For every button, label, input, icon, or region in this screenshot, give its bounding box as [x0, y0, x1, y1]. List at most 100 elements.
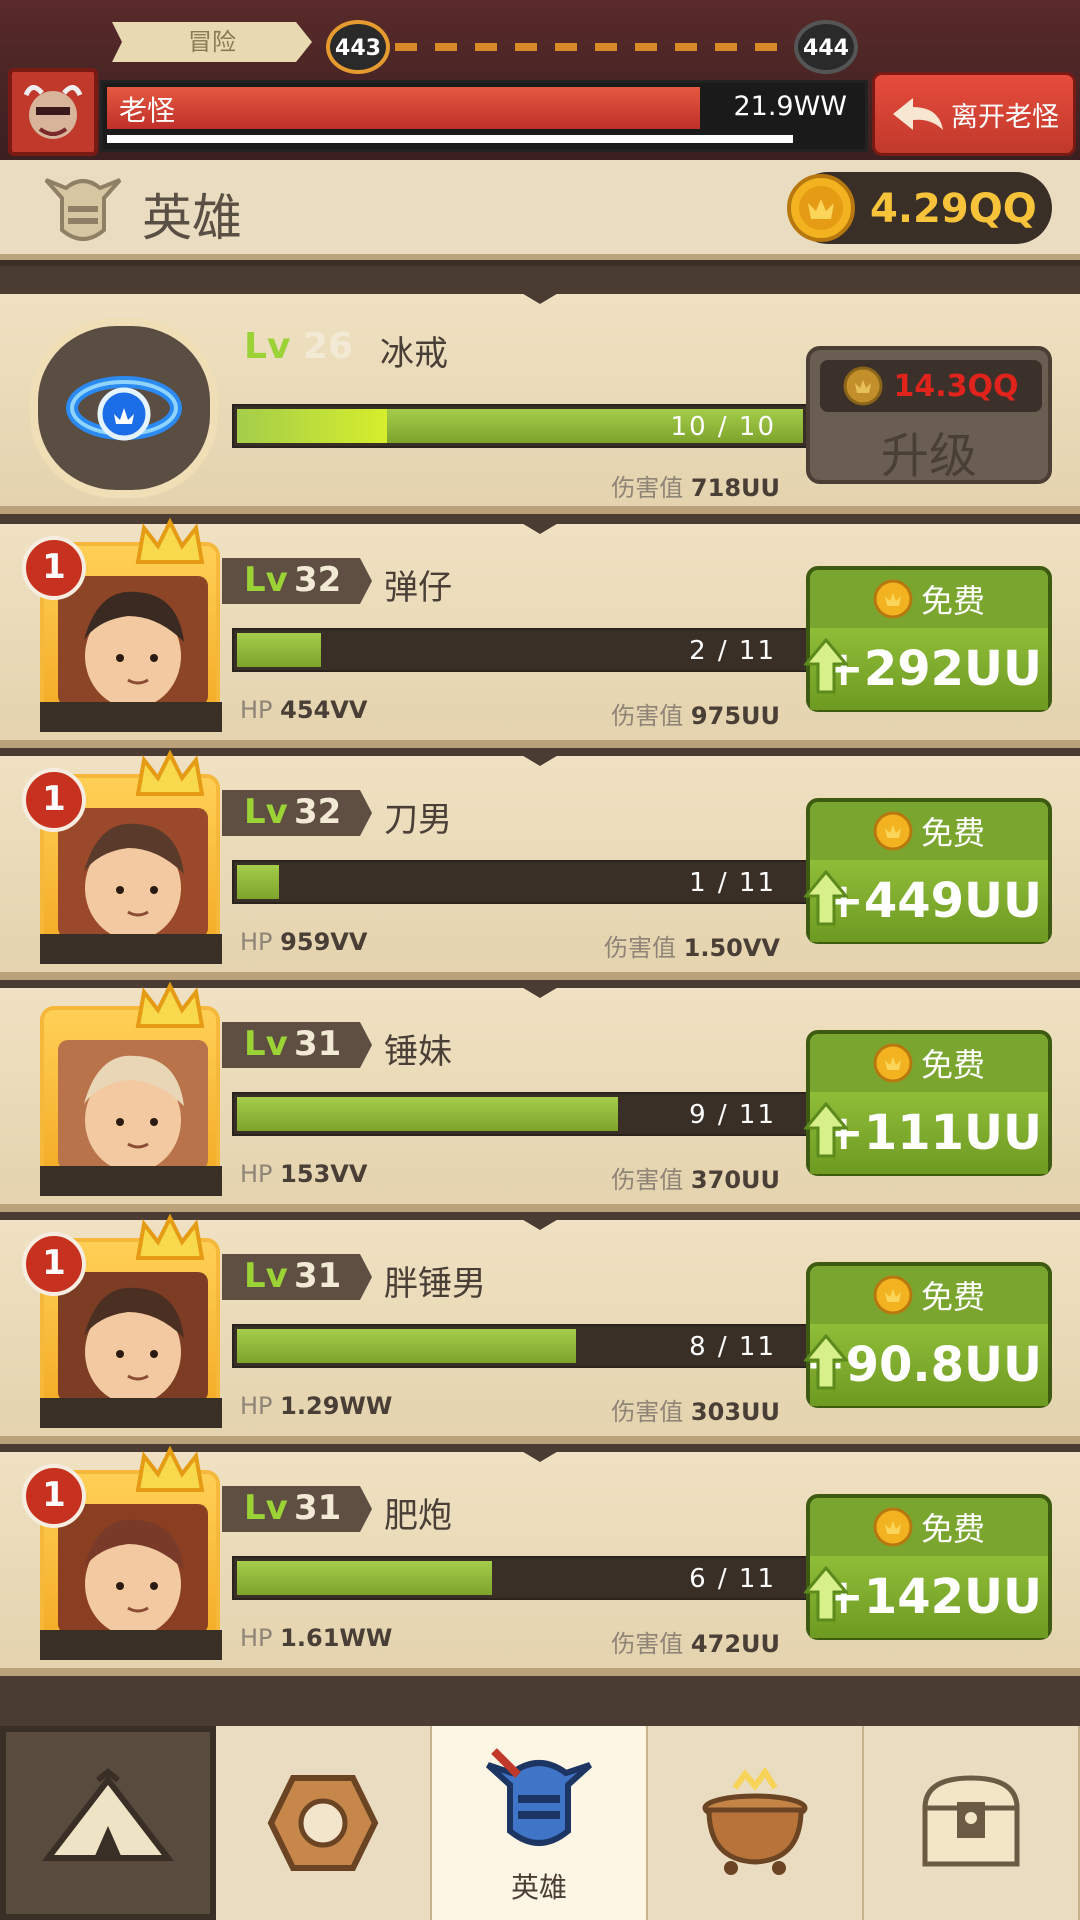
artifact-stone-icon: [267, 1775, 379, 1871]
level-prefix: Lv: [244, 1024, 288, 1064]
gold-coin-icon: [873, 1275, 913, 1315]
hero-progress-text: 6 / 11: [689, 1564, 776, 1594]
free-upgrade-button[interactable]: 免费 +292UU: [804, 566, 1052, 712]
hero-name: 锤妹: [384, 1032, 452, 1072]
up-arrow-icon: [804, 1102, 848, 1158]
hero-card: 1 Lv 32 刀男 1 / 11 HP 959VV 伤害值 1.50VV 免费: [0, 750, 1080, 980]
hp-value: 1.29WW: [280, 1392, 393, 1420]
treasure-chest-icon: [922, 1775, 1020, 1867]
upgrade-label: 升级: [880, 428, 977, 484]
nav-hero[interactable]: 英雄: [432, 1726, 648, 1920]
hp-label: HP: [240, 696, 273, 724]
stage-progress-track: [395, 43, 790, 51]
hero-helmet-icon: [485, 1748, 593, 1846]
gold-coin-icon: [787, 174, 855, 242]
nav-treasure[interactable]: [864, 1726, 1080, 1920]
hp-label: HP: [240, 1392, 273, 1420]
hero-card: 1 Lv 31 肥炮 6 / 11 HP 1.61WW 伤害值 472UU 免费: [0, 1446, 1080, 1676]
upgrade-button[interactable]: 14.3QQ 升级: [806, 346, 1052, 484]
up-arrow-icon: [804, 1566, 848, 1622]
hero-avatar-icon: [84, 1287, 184, 1402]
back-arrow-icon: [893, 98, 943, 130]
level-prefix: Lv: [244, 1488, 288, 1528]
boss-health-fill: [107, 87, 700, 129]
free-upgrade-button[interactable]: 免费 +142UU: [804, 1494, 1052, 1640]
free-label-row: 免费: [810, 1266, 1048, 1324]
gold-coin-icon: [843, 366, 883, 406]
hero-portrait[interactable]: [40, 982, 222, 1196]
crown-icon: [135, 1446, 205, 1492]
damage-value: 303UU: [690, 1398, 780, 1426]
rank-badge: 1: [22, 536, 86, 600]
gain-value: +111UU: [823, 1105, 1042, 1161]
hero-face: [58, 808, 208, 938]
top-bar: 冒险 443 444 老怪 21.9WW 离开老怪: [0, 0, 1080, 160]
hero-progress-fill: [237, 865, 279, 899]
leave-boss-label: 离开老怪: [951, 101, 1059, 133]
level-number: 31: [294, 1256, 342, 1296]
hero-progress-text: 1 / 11: [689, 868, 776, 898]
hero-damage: 伤害值 303UU: [611, 1392, 780, 1427]
free-label: 免费: [920, 1278, 985, 1316]
damage-value: 370UU: [690, 1166, 780, 1194]
ring-progress-text: 10 / 10: [670, 412, 776, 442]
up-arrow-icon: [804, 638, 848, 694]
hero-name: 肥炮: [384, 1496, 452, 1536]
damage-label: 伤害值: [611, 1398, 684, 1426]
hero-name: 弹仔: [384, 568, 452, 608]
card-notch: [520, 1218, 560, 1230]
hero-panel-header: 英雄 4.29QQ: [0, 160, 1080, 260]
level-number: 31: [294, 1024, 342, 1064]
ring-upgrade-card: Lv 26 冰戒 10 / 10 伤害值 718UU 14.3QQ 升级: [0, 292, 1080, 514]
hero-level: Lv 32: [222, 558, 372, 604]
ring-name: 冰戒: [380, 334, 448, 374]
gain-row: +449UU: [804, 860, 1048, 942]
hero-name: 刀男: [384, 800, 452, 840]
up-arrow-icon: [804, 1334, 848, 1390]
hero-progress-text: 9 / 11: [689, 1100, 776, 1130]
hero-level: Lv 31: [222, 1254, 372, 1300]
bottom-nav: 英雄: [0, 1726, 1080, 1920]
hero-progress-fill: [237, 633, 321, 667]
boss-face-icon: [23, 85, 83, 139]
ice-ring-icon: [66, 376, 182, 441]
nav-artifact[interactable]: [216, 1726, 432, 1920]
gain-row: +90.8UU: [804, 1324, 1048, 1406]
page-title: 英雄: [142, 189, 242, 247]
free-label: 免费: [920, 814, 985, 852]
hp-value: 959VV: [280, 928, 368, 956]
gold-coin-icon: [873, 1507, 913, 1547]
up-arrow-icon: [804, 870, 848, 926]
level-number: 32: [294, 792, 342, 832]
hero-list[interactable]: Lv 26 冰戒 10 / 10 伤害值 718UU 14.3QQ 升级 1 L…: [0, 266, 1080, 1726]
crown-icon: [135, 750, 205, 796]
hero-face: [58, 1040, 208, 1170]
hero-progress-text: 2 / 11: [689, 636, 776, 666]
nav-cauldron[interactable]: [648, 1726, 864, 1920]
rank-badge: 1: [22, 768, 86, 832]
level-number: 32: [294, 560, 342, 600]
nav-camp[interactable]: [0, 1726, 216, 1920]
coin-total: 4.29QQ: [870, 186, 1037, 232]
hero-damage: 伤害值 370UU: [611, 1160, 780, 1195]
ring-damage: 伤害值 718UU: [611, 468, 780, 503]
rank-badge: 1: [22, 1464, 86, 1528]
free-upgrade-button[interactable]: 免费 +90.8UU: [804, 1262, 1052, 1408]
free-upgrade-button[interactable]: 免费 +111UU: [804, 1030, 1052, 1176]
level-number: 26: [302, 326, 354, 367]
hero-progress-bar: 9 / 11: [232, 1092, 808, 1136]
free-upgrade-button[interactable]: 免费 +449UU: [804, 798, 1052, 944]
free-label: 免费: [920, 1046, 985, 1084]
nav-hero-label: 英雄: [510, 1871, 567, 1904]
portrait-plate: [40, 1398, 222, 1428]
hero-card: 1 Lv 32 弹仔 2 / 11 HP 454VV 伤害值 975UU 免费: [0, 518, 1080, 748]
stage-tag: 冒险: [112, 22, 312, 62]
hero-level: Lv 32: [222, 790, 372, 836]
free-label-row: 免费: [810, 1034, 1048, 1092]
gold-coin-icon: [873, 1043, 913, 1083]
hero-avatar-icon: [84, 1055, 184, 1170]
ring-level: Lv 26: [244, 326, 353, 367]
leave-boss-button[interactable]: 离开老怪: [872, 72, 1076, 156]
hp-label: HP: [240, 1160, 273, 1188]
level-prefix: Lv: [244, 326, 291, 367]
